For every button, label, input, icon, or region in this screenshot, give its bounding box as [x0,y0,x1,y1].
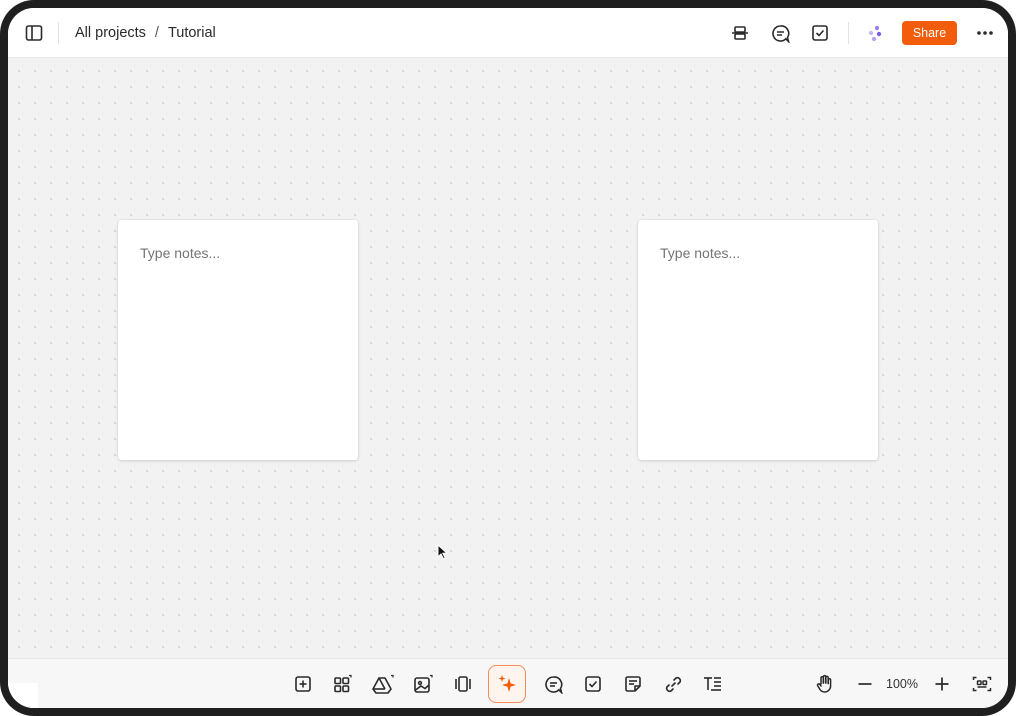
comment-tool-button[interactable] [537,668,569,700]
fit-to-screen-button[interactable] [966,668,998,700]
google-drive-button[interactable] [367,668,399,700]
note-card[interactable] [118,220,358,460]
breadcrumb-tutorial[interactable]: Tutorial [168,25,216,41]
comments-button[interactable] [764,17,796,49]
more-icon [977,31,993,35]
page-view-icon [732,26,748,40]
comments-icon [771,24,790,43]
header-divider [58,22,59,44]
tasks-button[interactable] [804,17,836,49]
minus-icon [858,683,872,685]
hand-icon [816,674,832,693]
mouse-pointer-icon [437,544,449,560]
ai-sparkle-button[interactable] [488,665,526,703]
text-icon [704,677,721,691]
comment-icon [544,675,563,694]
ai-assistant-icon [868,25,882,42]
image-button[interactable] [407,668,439,700]
add-block-icon [295,676,311,692]
zoom-in-button[interactable] [926,668,958,700]
apps-button[interactable] [327,668,359,700]
image-icon [414,674,433,693]
note-card[interactable] [638,220,878,460]
zoom-out-button[interactable] [849,668,881,700]
fit-screen-icon [972,676,992,692]
task-tool-button[interactable] [577,668,609,700]
note-icon [625,676,641,692]
apps-grid-icon [334,674,352,693]
share-button[interactable]: Share [902,21,957,45]
ai-assistant-button[interactable] [859,17,891,49]
app-window: All projects / Tutorial Share Type notes… [8,8,1008,708]
note-input[interactable] [138,244,342,262]
note-input[interactable] [658,244,862,262]
link-tool-button[interactable] [657,668,689,700]
hand-tool-button[interactable] [809,668,841,700]
header-divider-right [848,22,849,44]
page-view-button[interactable] [724,17,756,49]
add-block-button[interactable] [287,668,319,700]
note-tool-button[interactable] [617,668,649,700]
carousel-icon [455,676,471,692]
toolbar-corner [8,683,38,708]
breadcrumb: All projects / Tutorial [75,8,216,58]
link-icon [665,676,681,692]
text-tool-button[interactable] [697,668,729,700]
breadcrumb-separator: / [154,25,159,41]
bottom-toolbar: 100% [8,658,1008,708]
more-options-button[interactable] [969,17,1001,49]
top-bar: All projects / Tutorial Share [8,8,1008,58]
device-frame: All projects / Tutorial Share Type notes… [0,0,1016,716]
carousel-button[interactable] [447,668,479,700]
google-drive-icon [372,674,394,694]
sparkle-icon [498,675,516,692]
task-icon [585,676,601,692]
board-canvas[interactable] [8,58,1008,658]
breadcrumb-all-projects[interactable]: All projects [75,25,146,41]
sidebar-icon [25,25,43,41]
plus-icon [935,677,949,691]
tasks-icon [812,25,828,41]
zoom-level[interactable]: 100% [886,659,918,708]
sidebar-toggle-button[interactable] [18,17,50,49]
